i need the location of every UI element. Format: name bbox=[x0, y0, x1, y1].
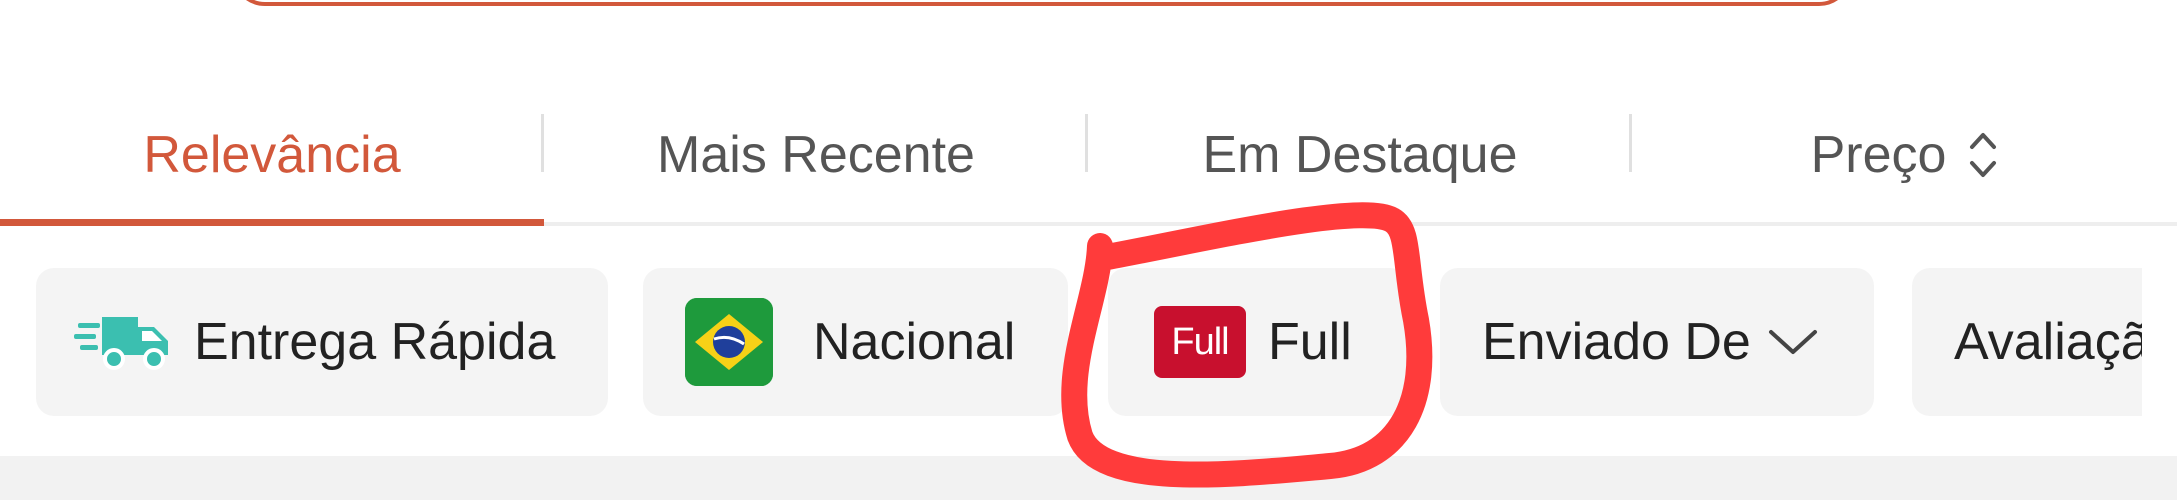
tab-label: Preço bbox=[1810, 126, 1947, 184]
chip-avaliacao[interactable]: Avaliaçã bbox=[1912, 268, 2142, 416]
highlight-annotation bbox=[1061, 202, 1433, 488]
chip-label: Nacional bbox=[813, 313, 1016, 371]
chip-entrega-rapida[interactable]: Entrega Rápida bbox=[36, 268, 608, 416]
tab-label: Em Destaque bbox=[1202, 126, 1518, 184]
tab-em-destaque[interactable]: Em Destaque bbox=[1088, 88, 1632, 222]
chip-label: Full bbox=[1268, 313, 1352, 371]
chip-label: Avaliaçã bbox=[1954, 313, 2142, 371]
tab-preco[interactable]: Preço bbox=[1632, 88, 2177, 222]
filter-chips: Entrega Rápida Nacional Full Full Enviad… bbox=[0, 268, 2177, 416]
tab-mais-recente[interactable]: Mais Recente bbox=[544, 88, 1088, 222]
fast-delivery-truck-icon bbox=[74, 311, 172, 373]
chip-nacional[interactable]: Nacional bbox=[643, 268, 1068, 416]
content-separator bbox=[0, 456, 2177, 500]
brazil-flag-icon bbox=[685, 298, 773, 386]
search-results-page: Relevância Mais Recente Em Destaque Preç… bbox=[0, 0, 2177, 500]
sort-tabs: Relevância Mais Recente Em Destaque Preç… bbox=[0, 88, 2177, 226]
chip-label: Entrega Rápida bbox=[194, 313, 556, 371]
chip-full[interactable]: Full Full bbox=[1108, 268, 1408, 416]
tab-label: Relevância bbox=[143, 126, 401, 184]
sort-updown-icon bbox=[1968, 127, 1998, 183]
chip-label: Enviado De bbox=[1482, 313, 1751, 371]
chevron-down-icon bbox=[1767, 326, 1819, 358]
search-bar[interactable] bbox=[232, 0, 1852, 6]
full-badge-icon: Full bbox=[1154, 306, 1246, 378]
tab-label: Mais Recente bbox=[657, 126, 975, 184]
tab-relevancia[interactable]: Relevância bbox=[0, 88, 544, 226]
chip-enviado-de[interactable]: Enviado De bbox=[1440, 268, 1874, 416]
